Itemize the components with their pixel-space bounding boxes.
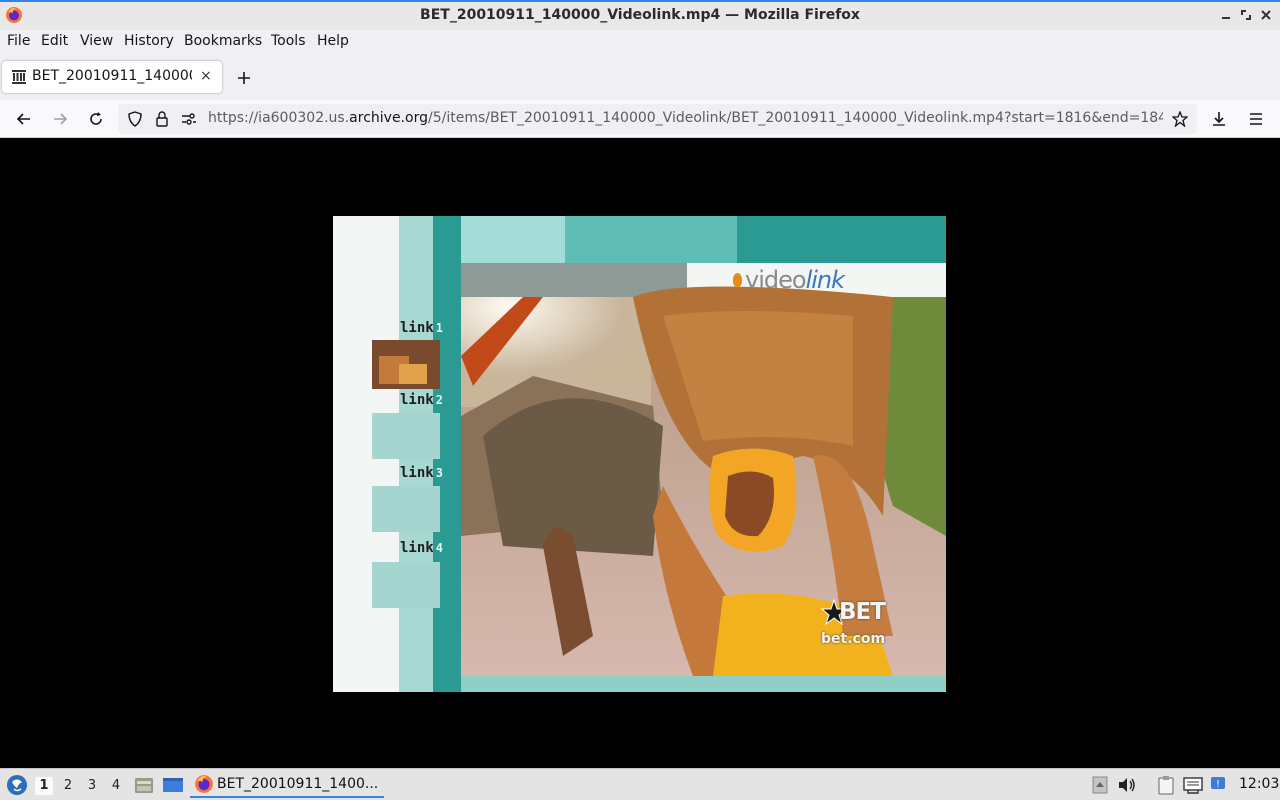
workspace-3[interactable]: 3 xyxy=(83,777,101,795)
url-text[interactable]: https://ia600302.us.archive.org/5/items/… xyxy=(208,110,1163,126)
svg-text:!: ! xyxy=(1216,779,1220,790)
desktop-icon[interactable] xyxy=(162,776,184,794)
link-number: 1 xyxy=(435,321,443,335)
menu-bar: File Edit View History Bookmarks Tools H… xyxy=(0,30,1280,54)
menu-bookmarks[interactable]: Bookmarks xyxy=(184,33,262,49)
back-icon[interactable] xyxy=(14,109,34,129)
videolink-logo: video link xyxy=(733,264,845,296)
link-label-2: link 2 xyxy=(400,392,443,408)
link-number: 2 xyxy=(435,393,443,407)
start-menu-icon[interactable] xyxy=(6,774,28,796)
clipboard-icon[interactable] xyxy=(1156,776,1176,795)
videolink-logo-prefix: video xyxy=(745,266,807,294)
forward-icon[interactable] xyxy=(50,109,70,129)
menu-history[interactable]: History xyxy=(124,33,174,49)
notification-icon[interactable]: ! xyxy=(1209,776,1229,794)
url-prefix: https://ia600302.us. xyxy=(208,110,350,126)
menu-view[interactable]: View xyxy=(80,33,113,49)
link-label-text: link xyxy=(400,320,434,336)
menu-edit[interactable]: Edit xyxy=(41,33,68,49)
minimize-icon[interactable] xyxy=(1218,7,1234,23)
clock: 12:03 xyxy=(1239,776,1280,792)
file-manager-icon[interactable] xyxy=(134,776,154,794)
bookmark-star-icon[interactable] xyxy=(1172,111,1188,127)
taskbar: 1 2 3 4 BET_20010911_1400... ! 12:03 xyxy=(0,768,1280,800)
navigation-bar: https://ia600302.us.archive.org/5/items/… xyxy=(0,100,1280,138)
url-bar[interactable]: https://ia600302.us.archive.org/5/items/… xyxy=(118,104,1197,134)
link-number: 4 xyxy=(435,541,443,555)
tab-active[interactable]: BET_20010911_140000_Videolink.mp4 × xyxy=(2,61,222,93)
page-content: video link link 1 link 2 link 3 link 4 BET be… xyxy=(0,138,1280,768)
lock-icon[interactable] xyxy=(154,111,170,127)
link-label-text: link xyxy=(400,465,434,481)
window-titlebar: BET_20010911_140000_Videolink.mp4 — Mozi… xyxy=(0,0,1280,30)
menu-help[interactable]: Help xyxy=(317,33,349,49)
url-suffix: /5/items/BET_20010911_140000_Videolink/B… xyxy=(427,110,1163,126)
tracking-shield-icon[interactable] xyxy=(127,111,143,127)
video-player[interactable]: video link link 1 link 2 link 3 link 4 BET be… xyxy=(333,216,946,692)
workspace-1[interactable]: 1 xyxy=(35,777,53,795)
url-domain: archive.org xyxy=(349,110,428,126)
workspace-2[interactable]: 2 xyxy=(59,777,77,795)
videolink-flame-icon xyxy=(733,273,742,287)
bet-site-text: bet.com xyxy=(821,631,886,647)
tab-close-icon[interactable]: × xyxy=(200,68,212,84)
new-tab-button[interactable] xyxy=(233,67,255,89)
close-window-icon[interactable] xyxy=(1258,7,1274,23)
menu-tools[interactable]: Tools xyxy=(271,33,306,49)
link-label-text: link xyxy=(400,540,434,556)
link-number: 3 xyxy=(435,466,443,480)
network-icon[interactable] xyxy=(1183,776,1203,794)
firefox-task-icon xyxy=(194,774,214,798)
bet-logo-text: BET xyxy=(839,599,886,625)
downloads-icon[interactable] xyxy=(1209,109,1229,129)
app-menu-icon[interactable] xyxy=(1246,109,1266,129)
maximize-icon[interactable] xyxy=(1238,7,1254,23)
link-label-text: link xyxy=(400,392,434,408)
volume-icon[interactable] xyxy=(1118,776,1136,794)
reload-icon[interactable] xyxy=(86,109,106,129)
taskbar-firefox-window[interactable]: BET_20010911_1400... xyxy=(190,771,384,798)
link-label-3: link 3 xyxy=(400,465,443,481)
tray-up-arrow-icon[interactable] xyxy=(1091,776,1109,794)
tab-title: BET_20010911_140000_Videolink.mp4 xyxy=(32,68,192,84)
workspace-4[interactable]: 4 xyxy=(107,777,125,795)
bet-logo-bug: BET bet.com xyxy=(820,598,901,655)
tab-strip: BET_20010911_140000_Videolink.mp4 × xyxy=(0,54,1280,100)
taskbar-window-title: BET_20010911_1400... xyxy=(217,776,379,792)
archive-favicon-icon xyxy=(11,69,27,89)
permissions-icon[interactable] xyxy=(181,111,197,127)
link-label-4: link 4 xyxy=(400,540,443,556)
menu-file[interactable]: File xyxy=(7,33,30,49)
window-title: BET_20010911_140000_Videolink.mp4 — Mozi… xyxy=(420,7,860,23)
videolink-logo-suffix: link xyxy=(805,266,845,294)
link-label-1: link 1 xyxy=(400,320,443,336)
